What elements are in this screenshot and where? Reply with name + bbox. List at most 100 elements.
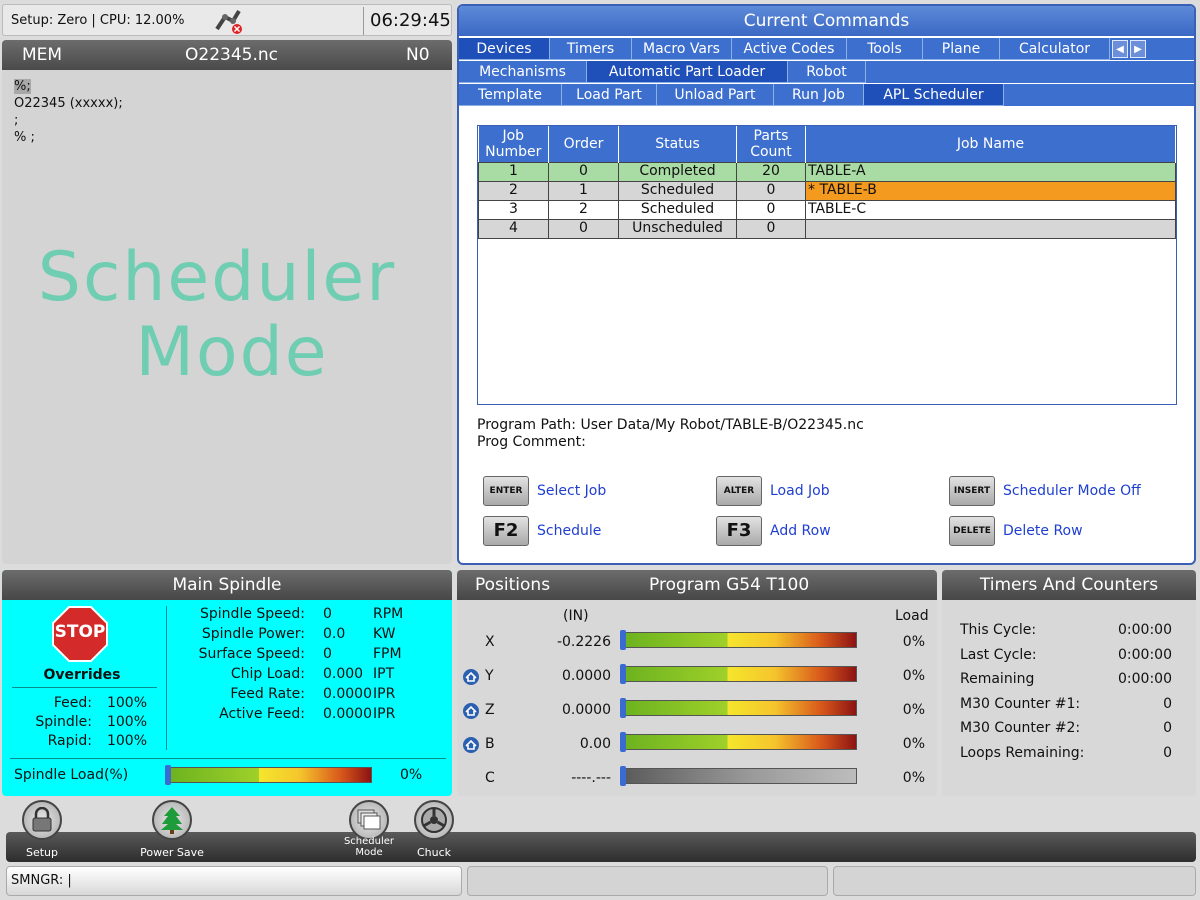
tab-scroll-right-icon[interactable]: ▶	[1130, 40, 1146, 58]
alter-key-icon[interactable]: ALTER	[716, 476, 762, 506]
program-n-line: N0	[406, 45, 430, 65]
axis-row-z[interactable]: Z 0.0000 0%	[457, 698, 937, 726]
axis-load-bar	[620, 732, 857, 752]
cell-order: 0	[548, 161, 619, 182]
tab-run-job[interactable]: Run Job	[774, 84, 864, 106]
select-job-button[interactable]: ENTER Select Job	[483, 476, 606, 506]
tab-timers[interactable]: Timers	[550, 38, 632, 60]
axis-load: 0%	[902, 736, 925, 752]
table-row[interactable]: 4 0 Unscheduled 0	[478, 218, 1176, 239]
table-row[interactable]: 1 0 Completed 20 TABLE-A	[478, 161, 1176, 182]
axis-label: B	[485, 736, 495, 752]
scheduler-mode-button[interactable]: Scheduler Mode	[334, 800, 404, 858]
readout-key: Feed Rate:	[230, 686, 305, 702]
setup-status-text: Setup: Zero | CPU: 12.00%	[11, 13, 185, 28]
tab-row-1: Devices Timers Macro Vars Active Codes T…	[459, 38, 1194, 60]
program-filename: O22345.nc	[185, 45, 278, 65]
schedule-button[interactable]: F2 Schedule	[483, 516, 601, 546]
axis-row-x[interactable]: X -0.2226 0%	[457, 630, 937, 658]
program-line[interactable]: O22345 (xxxxx);	[14, 95, 123, 112]
tab-macro-vars[interactable]: Macro Vars	[632, 38, 732, 60]
tab-plane[interactable]: Plane	[923, 38, 1000, 60]
tab-active-codes[interactable]: Active Codes	[732, 38, 847, 60]
cell-name	[805, 218, 1176, 239]
tab-scroll: ◀ ▶	[1110, 38, 1148, 60]
table-row[interactable]: 2 1 Scheduled 0 * TABLE-B	[478, 180, 1176, 201]
message-box	[467, 866, 828, 896]
tab-calculator[interactable]: Calculator	[1000, 38, 1110, 60]
readout-key: Spindle Speed:	[200, 606, 305, 622]
cell-name-selected: * TABLE-B	[805, 180, 1176, 201]
tab-scroll-left-icon[interactable]: ◀	[1112, 40, 1128, 58]
program-listing[interactable]: %; O22345 (xxxxx); ; % ;	[14, 78, 123, 146]
program-line[interactable]: ;	[14, 112, 123, 129]
tab-automatic-part-loader[interactable]: Automatic Part Loader	[587, 61, 788, 83]
cell-status: Scheduled	[618, 180, 737, 201]
timers-list: This Cycle: 0:00:00 Last Cycle: 0:00:00 Re…	[960, 618, 1172, 765]
key-label: Select Job	[537, 483, 607, 499]
axis-load-bar	[620, 630, 857, 650]
axis-row-y[interactable]: Y 0.0000 0%	[457, 664, 937, 692]
positions-subtitle: Program G54 T100	[649, 575, 810, 595]
status-bar: Setup: Zero | CPU: 12.00% 06:29:45	[2, 4, 452, 36]
home-icon	[463, 669, 479, 685]
tab-robot[interactable]: Robot	[788, 61, 866, 83]
readout-key: Active Feed:	[219, 706, 305, 722]
chuck-button[interactable]: Chuck	[406, 800, 462, 859]
override-key: Feed:	[53, 695, 92, 711]
col-job-name: Job Name	[805, 126, 1176, 162]
override-value: 100%	[106, 695, 147, 711]
axis-load: 0%	[902, 702, 925, 718]
job-table: Job Number Order Status Parts Count Job …	[477, 125, 1177, 405]
cell-job: 1	[478, 161, 549, 182]
add-row-button[interactable]: F3 Add Row	[716, 516, 831, 546]
axis-row-c[interactable]: C ----.--- 0%	[457, 766, 937, 794]
timers-panel: Timers And Counters This Cycle: 0:00:00 L…	[942, 570, 1196, 796]
toolbar-label: Power Save	[140, 846, 204, 859]
f2-key-icon[interactable]: F2	[483, 516, 529, 546]
load-job-button[interactable]: ALTER Load Job	[716, 476, 830, 506]
divider	[166, 606, 167, 750]
readout-value: 0.000	[323, 666, 364, 682]
tab-load-part[interactable]: Load Part	[562, 84, 657, 106]
tab-template[interactable]: Template	[459, 84, 562, 106]
power-save-button[interactable]: Power Save	[132, 800, 212, 859]
tab-unload-part[interactable]: Unload Part	[657, 84, 774, 106]
cell-status: Completed	[618, 161, 737, 182]
program-info: Program Path: User Data/My Robot/TABLE-B…	[477, 417, 864, 451]
tree-icon[interactable]	[152, 800, 192, 840]
cell-parts: 0	[736, 199, 806, 220]
spindle-load-bar	[165, 765, 372, 785]
axis-value: ----.---	[571, 770, 611, 786]
panel-title: Current Commands	[459, 6, 1194, 36]
program-line[interactable]: %;	[14, 79, 31, 94]
axis-load: 0%	[902, 770, 925, 786]
panel-title: Main Spindle	[2, 570, 452, 600]
delete-key-icon[interactable]: DELETE	[949, 516, 995, 546]
axis-row-b[interactable]: B 0.00 0%	[457, 732, 937, 760]
enter-key-icon[interactable]: ENTER	[483, 476, 529, 506]
setup-button[interactable]: Setup	[12, 800, 72, 859]
command-line-input[interactable]: SMNGR: |	[6, 866, 462, 896]
program-line[interactable]: % ;	[14, 129, 123, 146]
readout-unit: IPR	[373, 706, 396, 722]
axis-value: 0.00	[579, 736, 611, 752]
insert-key-icon[interactable]: INSERT	[949, 476, 995, 506]
scheduler-mode-off-button[interactable]: INSERT Scheduler Mode Off	[949, 476, 1141, 506]
load-indicator	[620, 698, 626, 718]
tab-devices[interactable]: Devices	[459, 38, 550, 60]
axis-value: 0.0000	[562, 702, 611, 718]
tab-mechanisms[interactable]: Mechanisms	[459, 61, 587, 83]
tab-apl-scheduler[interactable]: APL Scheduler	[864, 84, 1004, 106]
readout-value: 0.0000	[323, 686, 372, 702]
scheduler-icon[interactable]	[349, 800, 389, 840]
delete-row-button[interactable]: DELETE Delete Row	[949, 516, 1083, 546]
tab-tools[interactable]: Tools	[847, 38, 923, 60]
chuck-icon[interactable]	[414, 800, 454, 840]
lock-icon[interactable]	[22, 800, 62, 840]
axis-label: X	[485, 634, 495, 650]
table-row[interactable]: 3 2 Scheduled 0 TABLE-C	[478, 199, 1176, 220]
f3-key-icon[interactable]: F3	[716, 516, 762, 546]
timer-key: Loops Remaining:	[960, 744, 1085, 761]
key-label: Schedule	[537, 523, 602, 539]
